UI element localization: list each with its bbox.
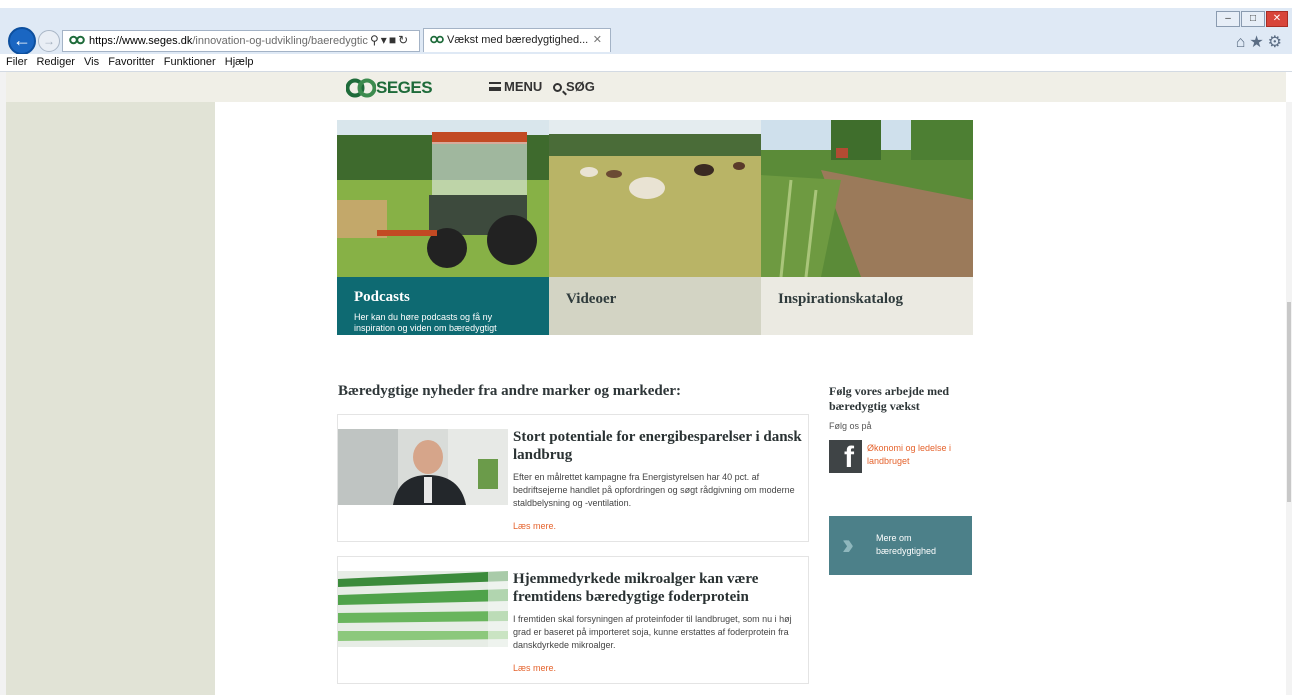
tile-title: Inspirationskatalog xyxy=(778,291,904,307)
window-controls: – □ ✕ xyxy=(1216,8,1290,27)
crops-photo xyxy=(761,120,973,277)
search-icon[interactable]: ⚲ xyxy=(370,33,381,47)
hamburger-icon xyxy=(489,82,501,91)
menu-favorites[interactable]: Favoritter xyxy=(108,56,154,68)
back-button[interactable]: ← xyxy=(8,27,36,55)
tab-active[interactable]: Vækst med bæredygtighed... ✕ xyxy=(423,28,611,52)
url-host: https://www.seges.dk xyxy=(89,35,193,47)
tab-title: Vækst med bæredygtighed... xyxy=(447,34,589,46)
news-body: Efter en målrettet kampagne fra Energist… xyxy=(513,472,795,508)
follow-subtitle: Følg os på xyxy=(829,421,872,431)
news-body: I fremtiden skal forsyningen af proteinf… xyxy=(513,614,792,650)
minimize-icon[interactable]: – xyxy=(1216,11,1240,27)
menu-label: MENU xyxy=(504,79,543,94)
seges-favicon-icon xyxy=(69,35,85,45)
page: SEGES MENU SØG Podcasts Her kan du høre … xyxy=(0,72,1292,695)
tractor-photo xyxy=(337,120,549,277)
tile-podcasts[interactable]: Podcasts Her kan du høre podcasts og få … xyxy=(337,120,549,335)
seges-favicon-icon xyxy=(430,35,444,44)
search-label: SØG xyxy=(566,79,595,94)
news-title[interactable]: Hjemmedyrkede mikroalger kan være fremti… xyxy=(513,570,803,606)
arrow-right-icon: → xyxy=(43,34,55,48)
site-header: SEGES MENU SØG xyxy=(6,72,1286,102)
more-about-sustainability-button[interactable]: ›› Mere om bæredygtighed xyxy=(829,516,972,575)
url-path: /innovation-og-udvikling/baeredygtic xyxy=(192,35,368,47)
address-bar[interactable]: https://www.seges.dk/innovation-og-udvik… xyxy=(62,30,420,52)
maximize-icon[interactable]: □ xyxy=(1241,11,1265,27)
tile-title: Videoer xyxy=(566,291,617,307)
facebook-icon[interactable]: f xyxy=(829,440,862,473)
news-thumbnail xyxy=(338,429,508,505)
tile-caption: Podcasts Her kan du høre podcasts og få … xyxy=(337,277,549,335)
tile-caption: Videoer xyxy=(549,277,761,335)
star-icon[interactable]: ★ xyxy=(1249,34,1267,51)
double-chevron-right-icon: ›› xyxy=(842,528,854,561)
news-card[interactable]: Stort potentiale for energibesparelser i… xyxy=(337,414,809,542)
menu-edit[interactable]: Rediger xyxy=(36,56,75,68)
facebook-link[interactable]: Økonomi og ledelse i landbruget xyxy=(867,442,967,468)
address-tools[interactable]: ⚲▾■↻ xyxy=(370,30,420,52)
news-thumbnail xyxy=(338,571,508,647)
lock-icon: ■ xyxy=(388,33,399,47)
magnifier-icon xyxy=(553,83,562,92)
scrollbar-thumb[interactable] xyxy=(1287,302,1291,502)
logo-text: SEGES xyxy=(376,78,433,97)
news-card[interactable]: Hjemmedyrkede mikroalger kan være fremti… xyxy=(337,556,809,684)
gear-icon[interactable]: ⚙ xyxy=(1268,34,1286,51)
browser-toolbar-icons: ⌂★⚙ xyxy=(1236,32,1286,52)
menu-button[interactable]: MENU xyxy=(489,79,542,94)
tile-title: Podcasts xyxy=(354,289,410,305)
tile-caption: Inspirationskatalog xyxy=(761,277,973,335)
forward-button[interactable]: → xyxy=(38,30,60,52)
menu-file[interactable]: Filer xyxy=(6,56,27,68)
close-tab-icon[interactable]: ✕ xyxy=(593,29,602,51)
tile-videos[interactable]: Videoer xyxy=(549,120,761,335)
section-title: Bæredygtige nyheder fra andre marker og … xyxy=(338,383,682,399)
seges-logo[interactable]: SEGES xyxy=(346,76,446,100)
menu-tools[interactable]: Funktioner xyxy=(164,56,216,68)
left-gutter xyxy=(6,72,215,695)
read-more-link[interactable]: Læs mere. xyxy=(513,521,556,531)
dropdown-icon[interactable]: ▾ xyxy=(381,33,389,47)
search-button[interactable]: SØG xyxy=(553,79,595,94)
close-window-icon[interactable]: ✕ xyxy=(1266,11,1288,27)
menu-help[interactable]: Hjælp xyxy=(225,56,254,68)
refresh-icon[interactable]: ↻ xyxy=(398,33,410,47)
tile-inspiration[interactable]: Inspirationskatalog xyxy=(761,120,973,335)
tile-description: Her kan du høre podcasts og få ny inspir… xyxy=(354,312,497,333)
read-more-link[interactable]: Læs mere. xyxy=(513,663,556,673)
news-title[interactable]: Stort potentiale for energibesparelser i… xyxy=(513,428,803,464)
browser-chrome: ← → https://www.seges.dk/innovation-og-u… xyxy=(0,0,1292,72)
home-icon[interactable]: ⌂ xyxy=(1236,34,1250,51)
menu-view[interactable]: Vis xyxy=(84,56,99,68)
arrow-left-icon: ← xyxy=(13,30,31,50)
feature-tiles: Podcasts Her kan du høre podcasts og få … xyxy=(337,120,973,335)
cows-photo xyxy=(549,120,761,277)
follow-title: Følg vores arbejde med bæredygtig vækst xyxy=(829,384,950,413)
seges-logo-icon xyxy=(346,78,376,98)
more-label: Mere om bæredygtighed xyxy=(876,533,937,556)
menu-bar: Filer Rediger Vis Favoritter Funktioner … xyxy=(0,54,1292,72)
title-strip xyxy=(0,0,1292,8)
